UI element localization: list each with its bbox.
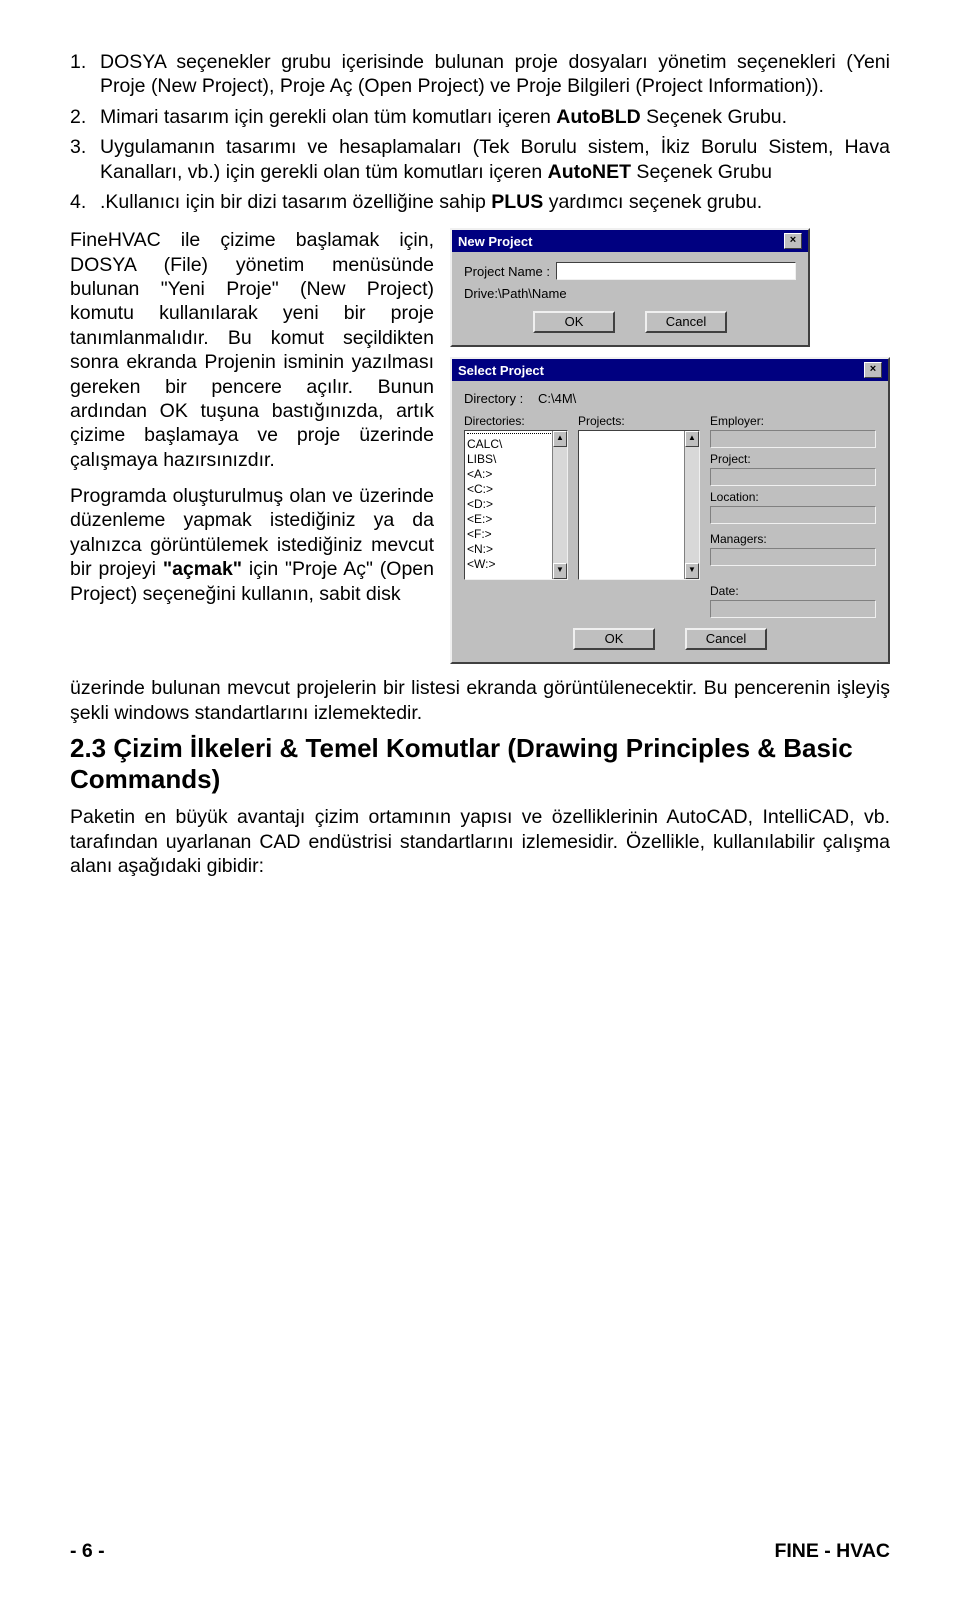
parent-dir-indicator [467, 433, 551, 434]
paragraph-3: üzerinde bulunan mevcut projelerin bir l… [70, 676, 890, 725]
section-heading: 2.3 Çizim İlkeleri & Temel Komutlar (Dra… [70, 733, 890, 795]
date-field [710, 600, 876, 618]
list-item[interactable]: <D:> [467, 497, 565, 512]
para2-b: "açmak" [163, 558, 242, 580]
scroll-up-icon[interactable]: ▲ [685, 431, 699, 447]
close-icon[interactable]: × [864, 362, 882, 378]
cancel-button[interactable]: Cancel [645, 311, 727, 333]
scrollbar[interactable]: ▲ ▼ [552, 431, 567, 579]
list-text-2: Mimari tasarım için gerekli olan tüm kom… [100, 105, 890, 129]
employer-label: Employer: [710, 414, 876, 428]
list-number-3: 3. [70, 135, 100, 184]
ok-button[interactable]: OK [573, 628, 655, 650]
projects-header: Projects: [578, 414, 700, 428]
list-2-post: Seçenek Grubu. [641, 106, 787, 128]
list-item[interactable]: <F:> [467, 527, 565, 542]
paragraph-4: Paketin en büyük avantajı çizim ortamını… [70, 805, 890, 878]
drive-path-label: Drive:\Path\Name [464, 286, 567, 301]
list-item[interactable]: <E:> [467, 512, 565, 527]
managers-label: Managers: [710, 532, 876, 546]
project-name-input[interactable] [556, 262, 796, 280]
list-4-pre: .Kullanıcı için bir dizi tasarım özelliğ… [100, 191, 491, 213]
employer-field [710, 430, 876, 448]
projects-listbox[interactable]: ▲ ▼ [578, 430, 700, 580]
list-2-pre: Mimari tasarım için gerekli olan tüm kom… [100, 106, 556, 128]
list-number-1: 1. [70, 50, 100, 99]
new-project-title: New Project [458, 234, 532, 249]
list-2-bold: AutoBLD [556, 106, 640, 128]
list-text-1: DOSYA seçenekler grubu içerisinde buluna… [100, 50, 890, 99]
list-text-4: .Kullanıcı için bir dizi tasarım özelliğ… [100, 190, 890, 214]
project-label: Project: [710, 452, 876, 466]
list-item[interactable]: LIBS\ [467, 452, 565, 467]
page-number: - 6 - [70, 1540, 105, 1563]
list-4-post: yardımcı seçenek grubu. [543, 191, 762, 213]
list-4-bold: PLUS [491, 191, 543, 213]
cancel-button[interactable]: Cancel [685, 628, 767, 650]
location-field [710, 506, 876, 524]
close-icon[interactable]: × [784, 233, 802, 249]
list-item[interactable]: <W:> [467, 557, 565, 572]
directories-listbox[interactable]: CALC\ LIBS\ <A:> <C:> <D:> <E:> <F:> <N:… [464, 430, 568, 580]
list-item[interactable]: <C:> [467, 482, 565, 497]
list-text-3: Uygulamanın tasarımı ve hesaplamaları (T… [100, 135, 890, 184]
directory-label: Directory : [464, 391, 538, 406]
footer-brand: FINE - HVAC [774, 1540, 890, 1563]
ok-button[interactable]: OK [533, 311, 615, 333]
scroll-down-icon[interactable]: ▼ [685, 563, 699, 579]
list-item[interactable]: <N:> [467, 542, 565, 557]
scroll-down-icon[interactable]: ▼ [553, 563, 567, 579]
location-label: Location: [710, 490, 876, 504]
date-label: Date: [710, 584, 876, 598]
project-field [710, 468, 876, 486]
directories-header: Directories: [464, 414, 568, 428]
list-number-4: 4. [70, 190, 100, 214]
select-project-title: Select Project [458, 363, 544, 378]
list-number-2: 2. [70, 105, 100, 129]
list-item[interactable]: CALC\ [467, 437, 565, 452]
new-project-dialog: New Project × Project Name : Drive:\Path… [450, 228, 810, 347]
scrollbar[interactable]: ▲ ▼ [684, 431, 699, 579]
list-3-post: Seçenek Grubu [631, 161, 772, 183]
project-name-label: Project Name : [464, 264, 550, 279]
managers-field [710, 548, 876, 566]
scroll-up-icon[interactable]: ▲ [553, 431, 567, 447]
select-project-dialog: Select Project × Directory : C:\4M\ Dire… [450, 357, 890, 664]
list-3-bold: AutoNET [548, 161, 631, 183]
list-item[interactable]: <A:> [467, 467, 565, 482]
directory-value: C:\4M\ [538, 391, 576, 406]
